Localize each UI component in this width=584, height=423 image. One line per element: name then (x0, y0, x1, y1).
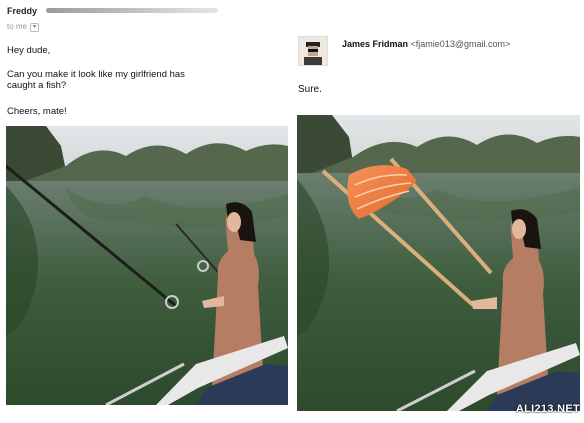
avatar[interactable] (298, 36, 328, 66)
watermark: ALI213.NET (515, 403, 580, 415)
fishing-photo (6, 126, 288, 405)
reply-sender: James Fridman <fjamie013@gmail.com> (342, 39, 510, 49)
redacted-sender-email (46, 8, 218, 13)
recipient-text: to me (7, 22, 28, 31)
recipient-label[interactable]: to me ▾ (7, 22, 40, 32)
reply-email-panel: James Fridman <fjamie013@gmail.com> Sure… (291, 0, 584, 423)
chevron-down-icon[interactable]: ▾ (30, 23, 40, 32)
email-greeting: Hey dude, (7, 45, 51, 56)
email-signoff: Cheers, mate! (7, 106, 67, 117)
fish-flag-photo (297, 115, 580, 411)
original-email-panel: Freddy to me ▾ Hey dude, Can you make it … (0, 0, 291, 423)
email-body-line1: Can you make it look like my girlfriend … (7, 69, 185, 80)
edited-photo (297, 115, 580, 411)
reply-sender-email: <fjamie013@gmail.com> (410, 39, 511, 49)
reply-body: Sure. (298, 84, 322, 95)
email-body-line2: caught a fish? (7, 80, 67, 91)
reply-sender-name: James Fridman (342, 39, 409, 49)
sender-name: Freddy (7, 6, 38, 16)
user-avatar-icon (299, 37, 327, 65)
original-photo (6, 126, 288, 405)
